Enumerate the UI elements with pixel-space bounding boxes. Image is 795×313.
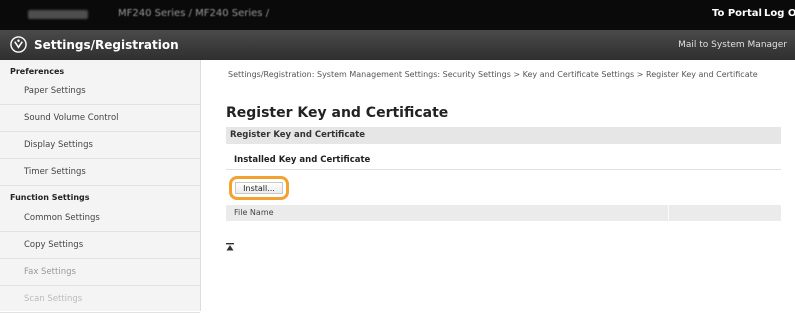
page-title: Register Key and Certificate [226,105,449,121]
sidebar-item-paper-settings[interactable]: Paper Settings [0,78,200,105]
subsection-divider [226,169,781,170]
header-bar: Settings/Registration Mail to System Man… [0,30,795,60]
top-bar: MF240 Series / MF240 Series / To Portal … [0,0,795,30]
model-name: MF240 Series / MF240 Series / [118,8,270,19]
install-button-highlight: Install... [229,176,289,200]
sidebar-item-copy-settings[interactable]: Copy Settings [0,232,200,259]
sidebar-item-scan-settings[interactable]: Scan Settings [0,286,200,313]
sidebar-item-sound-volume-control[interactable]: Sound Volume Control [0,105,200,132]
subsection-title: Installed Key and Certificate [234,155,371,165]
table-header-file-name: File Name [234,208,274,217]
sidebar-category-preferences: Preferences [10,67,65,76]
mail-to-system-manager-link[interactable]: Mail to System Manager [678,40,787,50]
table-column-divider [668,205,669,221]
log-out-link[interactable]: Log Out [764,8,795,19]
breadcrumb: Settings/Registration: System Management… [228,70,758,79]
settings-logo-icon [10,36,27,53]
sidebar-category-function-settings: Function Settings [10,193,90,202]
install-button[interactable]: Install... [235,182,283,194]
sidebar: Preferences Paper Settings Sound Volume … [0,60,201,313]
section-header: Register Key and Certificate [226,127,781,144]
sidebar-item-display-settings[interactable]: Display Settings [0,132,200,159]
sidebar-item-timer-settings[interactable]: Timer Settings [0,159,200,186]
sidebar-item-common-settings[interactable]: Common Settings [0,205,200,232]
to-portal-link[interactable]: To Portal [712,8,762,19]
certificate-table: File Name [226,205,781,221]
scroll-to-top-icon[interactable] [226,243,234,251]
device-name-blurred [28,9,88,20]
app-title: Settings/Registration [34,38,179,52]
sidebar-item-fax-settings[interactable]: Fax Settings [0,259,200,286]
